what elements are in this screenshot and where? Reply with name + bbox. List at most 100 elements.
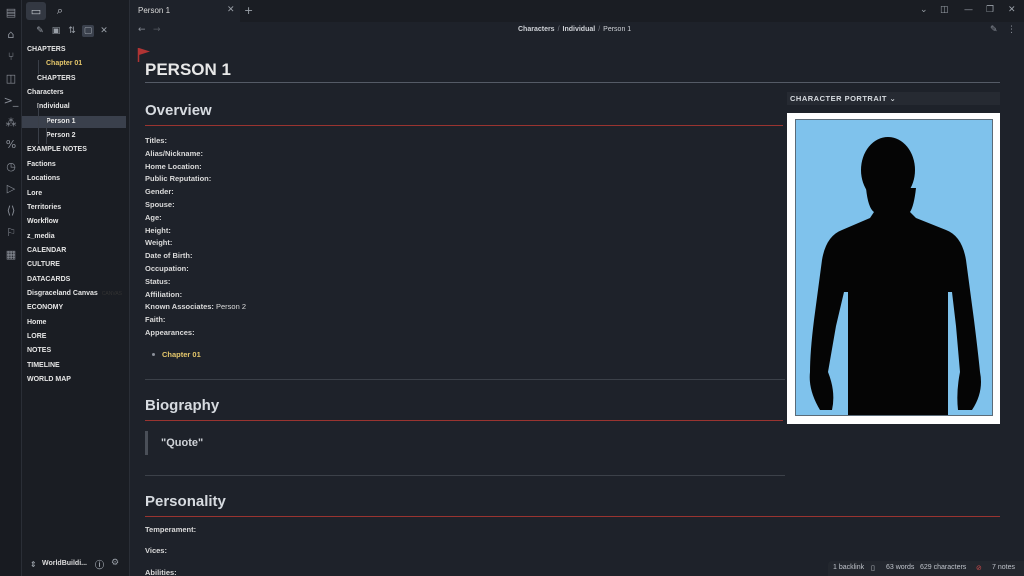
play-icon[interactable]: ▷ [3, 180, 19, 196]
sidebar-item[interactable]: CULTURE [27, 259, 60, 271]
file-explorer-icon[interactable]: ▭ [26, 2, 46, 20]
note-content: PERSON 1 Overview Titles: Alias/Nickname:… [130, 40, 1024, 576]
portrait-image [795, 119, 993, 416]
auto-reveal-icon[interactable]: ▢ [82, 25, 94, 37]
maximize-icon[interactable]: ❐ [986, 5, 994, 15]
chevron-down-icon[interactable]: ⌄ [920, 5, 928, 15]
overview-field: Age: [145, 213, 162, 222]
backlinks-count[interactable]: 1 backlink [833, 564, 864, 571]
tab-person-1[interactable]: Person 1 ✕ [130, 0, 240, 22]
field-label: Affiliation: [145, 289, 183, 299]
vault-footer: ⇕ WorldBuildi... ⓘ ⚙ [22, 556, 130, 574]
sidebar-item-label: Person 1 [46, 117, 76, 125]
template-icon[interactable]: % [3, 136, 19, 152]
page-title: PERSON 1 [145, 60, 231, 79]
sidebar-item[interactable]: Characters [27, 87, 64, 99]
forward-arrow-icon[interactable]: → [153, 25, 161, 35]
sort-icon[interactable]: ⇅ [66, 25, 78, 37]
vault-switcher-icon[interactable]: ⇕ [30, 560, 37, 569]
portrait-callout-header[interactable]: CHARACTER PORTRAIT ⌄ [787, 92, 1000, 105]
overview-field: Affiliation: [145, 290, 182, 299]
graph-icon[interactable]: ⑂ [3, 48, 19, 64]
file-explorer-sidebar: ▭ ⌕ ✎ ▣ ⇅ ▢ ✕ CHAPTERS Chapter 01 CHAPTERS… [22, 0, 130, 576]
chapter-link[interactable]: Chapter 01 [162, 350, 201, 359]
biography-heading: Biography [145, 397, 220, 414]
sidebar-item[interactable]: Lore [27, 188, 42, 200]
section-divider [145, 379, 785, 380]
search-icon[interactable]: ⌕ [50, 2, 70, 20]
canvas-icon[interactable]: ◫ [3, 70, 19, 86]
settings-icon[interactable]: ⚙ [111, 558, 119, 568]
word-count: 63 words [886, 564, 915, 571]
sidebar-item[interactable]: LORE [27, 331, 46, 343]
sidebar-item[interactable]: Person 2 [46, 130, 76, 142]
sidebar-item[interactable]: Individual [37, 101, 70, 113]
breadcrumb-item[interactable]: Characters [518, 26, 555, 33]
breadcrumb-item[interactable]: Individual [563, 26, 596, 33]
window-close-icon[interactable]: ✕ [1008, 5, 1016, 15]
overview-field: Weight: [145, 238, 172, 247]
reading-mode-icon[interactable]: ▯ [871, 564, 875, 572]
sidebar-item[interactable]: z_media [27, 231, 55, 243]
sidebar-item-label: TIMELINE [27, 361, 60, 369]
overview-field: Public Reputation: [145, 174, 211, 183]
sidebar-item[interactable]: Locations [27, 173, 60, 185]
field-label: Known Associates: [145, 302, 214, 312]
new-tab-icon[interactable]: + [244, 4, 253, 17]
overview-field: Alias/Nickname: [145, 149, 203, 158]
sidebar-item[interactable]: DATACARDS [27, 274, 70, 286]
help-icon[interactable]: ⓘ [95, 558, 104, 571]
bookmark-flag-icon[interactable]: ⚐ [3, 224, 19, 240]
plugin-icon[interactable]: ⁂ [3, 114, 19, 130]
collapse-icon[interactable]: ✕ [98, 25, 110, 37]
vscode-icon[interactable]: ⟨⟩ [3, 202, 19, 218]
sidebar-item-label: CHAPTERS [27, 46, 66, 53]
sidebar-item[interactable]: Disgraceland Canvas CANVAS [27, 288, 122, 300]
more-options-icon[interactable]: ⋮ [1007, 25, 1016, 35]
minimize-icon[interactable]: — [964, 5, 973, 15]
sync-error-icon[interactable]: ⊘ [976, 564, 982, 572]
sidebar-item-label: Chapter 01 [46, 60, 83, 68]
field-value[interactable]: Person 2 [214, 302, 246, 311]
overview-field: Home Location: [145, 162, 202, 171]
portrait-label: CHARACTER PORTRAIT ⌄ [790, 94, 897, 103]
sidebar-item[interactable]: NOTES [27, 345, 51, 357]
new-folder-icon[interactable]: ▣ [50, 25, 62, 37]
sidebar-toggle-icon[interactable]: ◫ [940, 5, 949, 15]
overview-heading: Overview [145, 102, 212, 119]
sidebar-item[interactable]: Factions [27, 159, 56, 171]
sidebar-item-label: DATACARDS [27, 275, 71, 283]
sidebar-item[interactable]: CHAPTERS [37, 73, 76, 85]
sidebar-item[interactable]: Chapter 01 [46, 58, 82, 70]
new-note-icon[interactable]: ✎ [34, 25, 46, 37]
sidebar-item[interactable]: Home [27, 317, 46, 329]
home-icon[interactable]: ⌂ [3, 26, 19, 42]
sidebar-item[interactable]: WORLD MAP [27, 374, 71, 386]
vault-name[interactable]: WorldBuildi... [42, 560, 87, 567]
field-label: Height: [145, 225, 171, 235]
sidebar-item[interactable]: Territories [27, 202, 61, 214]
sidebar-item[interactable]: CHAPTERS [27, 44, 66, 56]
terminal-icon[interactable]: >_ [3, 92, 19, 108]
sidebar-item[interactable]: ECONOMY [27, 302, 63, 314]
sidebar-item[interactable]: Workflow [27, 216, 58, 228]
toggle-sidebar-icon[interactable]: ▤ [3, 4, 19, 20]
sidebar-item[interactable]: EXAMPLE NOTES [27, 144, 87, 156]
sidebar-item[interactable]: CALENDAR [27, 245, 66, 257]
status-bar: 1 backlink ▯ 63 words 629 characters ⊘ 7… [828, 561, 1024, 576]
personality-field: Temperament: [145, 525, 197, 534]
overview-field: Height: [145, 226, 171, 235]
close-icon[interactable]: ✕ [227, 5, 235, 15]
calendar-icon[interactable]: ▦ [3, 246, 19, 262]
timer-icon[interactable]: ◷ [3, 158, 19, 174]
sidebar-item-label: Individual [37, 103, 70, 111]
field-label: Home Location: [145, 161, 202, 171]
breadcrumb-item[interactable]: Person 1 [603, 26, 631, 33]
edit-icon[interactable]: ✎ [990, 25, 998, 35]
sidebar-item[interactable]: TIMELINE [27, 360, 60, 372]
back-arrow-icon[interactable]: ← [138, 25, 146, 35]
field-label: Date of Birth: [145, 251, 193, 261]
personality-rule [145, 516, 1000, 517]
field-label: Alias/Nickname: [145, 148, 203, 158]
character-portrait [787, 113, 1000, 424]
